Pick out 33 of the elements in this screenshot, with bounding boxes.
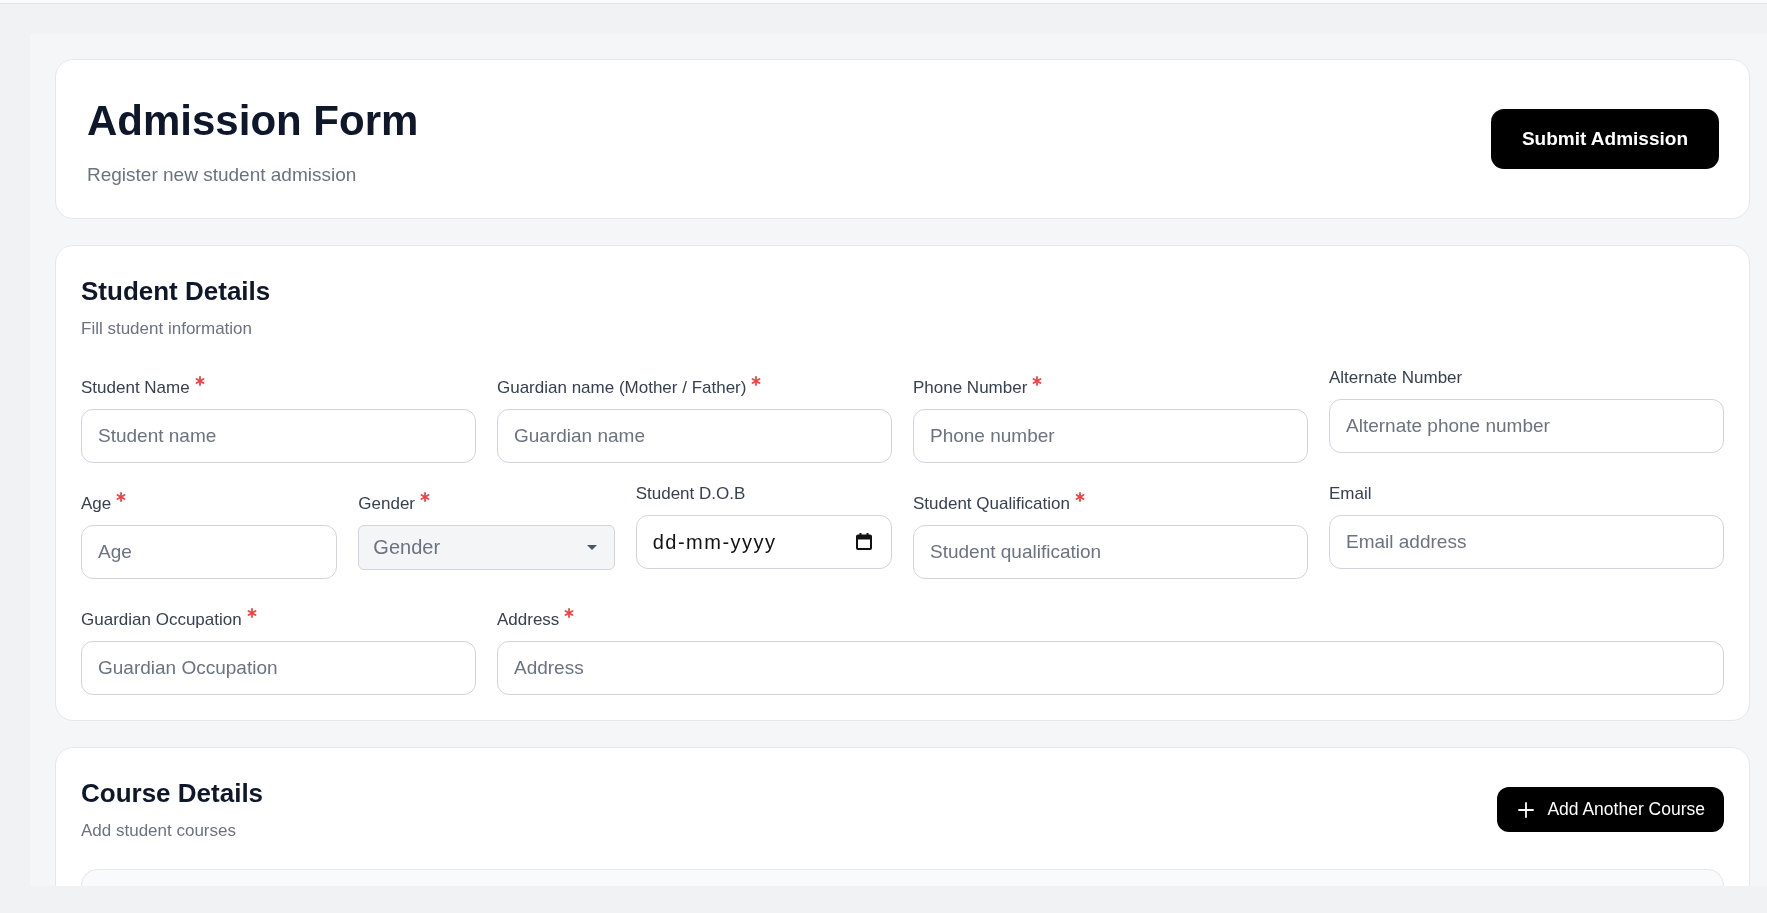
input-field[interactable]: Email address [1329,515,1724,569]
input-field[interactable]: Address [497,641,1724,695]
field-label: Student D.O.B [635,483,746,505]
plus-icon [1518,801,1535,818]
field-label: Student Qualification [913,493,1070,515]
select-field[interactable]: Gender [358,525,615,570]
section-subtitle: Add student courses [81,820,237,842]
input-field[interactable]: Student name [81,409,476,463]
input-field[interactable]: Alternate phone number [1329,399,1724,453]
field-label: Age [81,493,112,515]
add-course-button[interactable]: Add Another Course [1497,787,1724,832]
date-field[interactable]: dd-mm-yyyy [635,515,892,569]
input-field[interactable]: Guardian name [497,409,892,463]
page-subtitle: Register new student admission [87,163,358,187]
input-field[interactable]: Guardian Occupation [81,641,476,695]
input-field[interactable]: Student qualification [913,525,1308,579]
input-field[interactable]: Age [81,525,338,579]
field-label: Student Name [81,377,190,399]
section-title: Course Details [81,777,264,809]
field-label: Address [497,609,560,631]
section-title: Student Details [81,275,272,307]
section-subtitle: Fill student information [81,318,254,340]
input-field[interactable]: Phone number [913,409,1308,463]
field-label: Guardian Occupation [81,609,242,631]
calendar-icon[interactable] [856,533,872,550]
page-title: Admission Form [87,97,419,145]
field-label: Gender [358,493,416,515]
field-label: Alternate Number [1329,367,1463,389]
field-label: Phone Number [913,377,1028,399]
caret-icon [586,545,597,550]
field-label: Email [1329,483,1372,505]
field-label: Guardian name (Mother / Father) [497,377,747,399]
submit-button[interactable]: Submit Admission [1490,109,1719,169]
